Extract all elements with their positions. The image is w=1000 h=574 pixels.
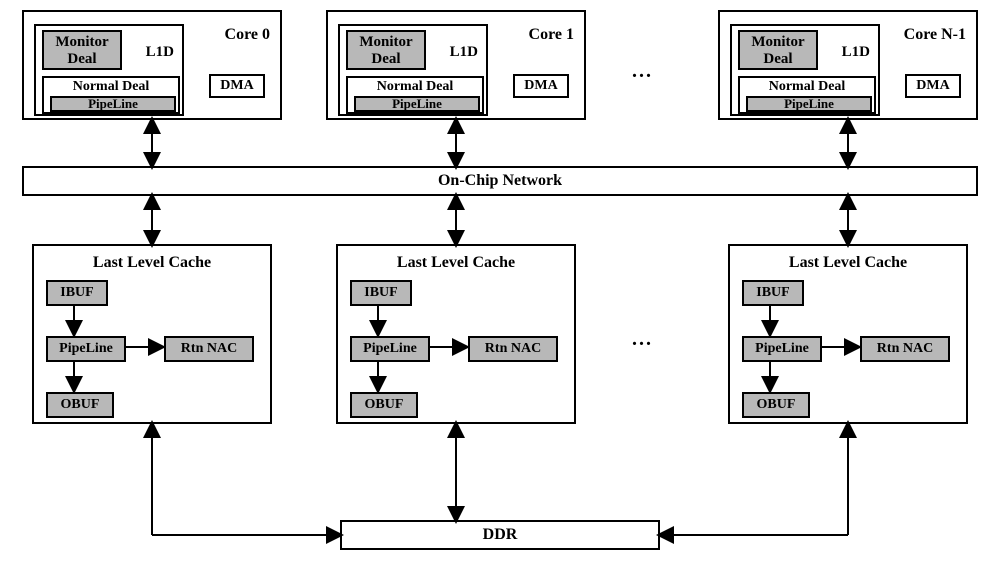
core-0-box: Core 0 L1D MonitorDeal Normal Deal PipeL… bbox=[22, 10, 282, 120]
core-title: Core 1 bbox=[529, 26, 574, 44]
ddr-box: DDR bbox=[340, 520, 660, 550]
obuf: OBUF bbox=[742, 392, 810, 418]
llc-pipeline: PipeLine bbox=[742, 336, 822, 362]
l1d-label: L1D bbox=[842, 44, 870, 61]
core-1-box: Core 1 L1D MonitorDeal Normal Deal PipeL… bbox=[326, 10, 586, 120]
llc-title: Last Level Cache bbox=[34, 254, 270, 272]
monitor-deal: MonitorDeal bbox=[42, 30, 122, 70]
normal-deal-box: Normal Deal PipeLine bbox=[346, 76, 484, 114]
llc-title: Last Level Cache bbox=[730, 254, 966, 272]
l1d-label: L1D bbox=[450, 44, 478, 61]
llc-0-box: Last Level Cache IBUF PipeLine Rtn NAC O… bbox=[32, 244, 272, 424]
ibuf: IBUF bbox=[350, 280, 412, 306]
obuf: OBUF bbox=[350, 392, 418, 418]
normal-deal-label: Normal Deal bbox=[348, 79, 482, 95]
dma-box: DMA bbox=[209, 74, 265, 98]
ellipsis: ... bbox=[632, 328, 653, 351]
monitor-deal: MonitorDeal bbox=[346, 30, 426, 70]
llc-1-box: Last Level Cache IBUF PipeLine Rtn NAC O… bbox=[336, 244, 576, 424]
llc-pipeline: PipeLine bbox=[46, 336, 126, 362]
pipeline-label: PipeLine bbox=[354, 96, 480, 112]
pipeline-label: PipeLine bbox=[746, 96, 872, 112]
dma-box: DMA bbox=[513, 74, 569, 98]
normal-deal-label: Normal Deal bbox=[740, 79, 874, 95]
normal-deal-box: Normal Deal PipeLine bbox=[738, 76, 876, 114]
l1d-box: L1D MonitorDeal Normal Deal PipeLine bbox=[338, 24, 488, 116]
on-chip-network: On-Chip Network bbox=[22, 166, 978, 196]
llc-2-box: Last Level Cache IBUF PipeLine Rtn NAC O… bbox=[728, 244, 968, 424]
pipeline-label: PipeLine bbox=[50, 96, 176, 112]
l1d-box: L1D MonitorDeal Normal Deal PipeLine bbox=[34, 24, 184, 116]
normal-deal-label: Normal Deal bbox=[44, 79, 178, 95]
llc-pipeline: PipeLine bbox=[350, 336, 430, 362]
dma-box: DMA bbox=[905, 74, 961, 98]
core-n-1-box: Core N-1 L1D MonitorDeal Normal Deal Pip… bbox=[718, 10, 978, 120]
core-title: Core 0 bbox=[225, 26, 270, 44]
core-title: Core N-1 bbox=[904, 26, 966, 44]
llc-title: Last Level Cache bbox=[338, 254, 574, 272]
l1d-box: L1D MonitorDeal Normal Deal PipeLine bbox=[730, 24, 880, 116]
rtn-nac: Rtn NAC bbox=[468, 336, 558, 362]
rtn-nac: Rtn NAC bbox=[860, 336, 950, 362]
rtn-nac: Rtn NAC bbox=[164, 336, 254, 362]
obuf: OBUF bbox=[46, 392, 114, 418]
ibuf: IBUF bbox=[46, 280, 108, 306]
monitor-deal: MonitorDeal bbox=[738, 30, 818, 70]
l1d-label: L1D bbox=[146, 44, 174, 61]
ellipsis: ... bbox=[632, 60, 653, 83]
normal-deal-box: Normal Deal PipeLine bbox=[42, 76, 180, 114]
ibuf: IBUF bbox=[742, 280, 804, 306]
